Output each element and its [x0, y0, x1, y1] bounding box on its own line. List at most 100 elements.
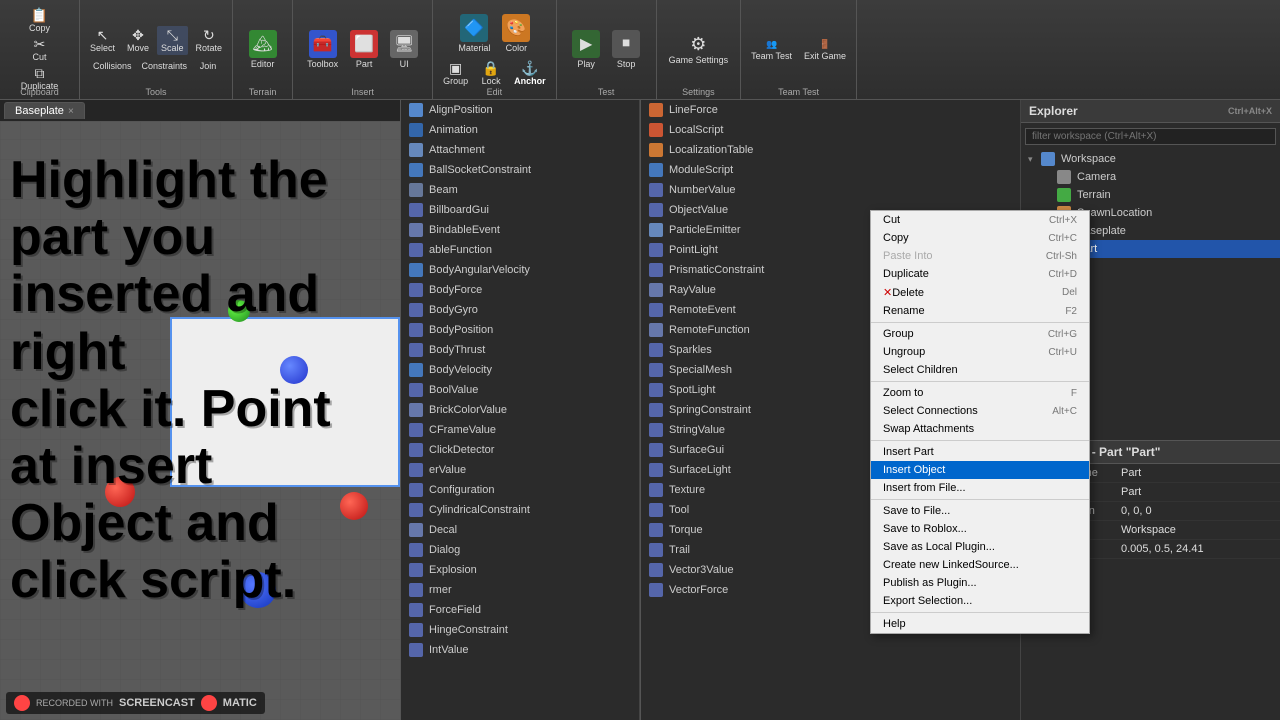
- insert-item[interactable]: BodyGyro: [401, 300, 639, 320]
- game-settings-button[interactable]: ⚙ Game Settings: [663, 31, 735, 68]
- insert-item[interactable]: LocalizationTable: [641, 140, 880, 160]
- insert-item[interactable]: LocalScript: [641, 120, 880, 140]
- insert-item[interactable]: BodyAngularVelocity: [401, 260, 639, 280]
- insert-item[interactable]: BodyForce: [401, 280, 639, 300]
- insert-item[interactable]: RemoteEvent: [641, 300, 880, 320]
- prop-value[interactable]: 0.005, 0.5, 24.41: [1115, 540, 1280, 558]
- ctx-menu-item[interactable]: Rename F2: [871, 302, 1089, 320]
- insert-item[interactable]: Decal: [401, 520, 639, 540]
- insert-item[interactable]: Beam: [401, 180, 639, 200]
- insert-item[interactable]: NumberValue: [641, 180, 880, 200]
- insert-item[interactable]: rmer: [401, 580, 639, 600]
- tree-item[interactable]: Camera: [1021, 168, 1280, 186]
- ctx-menu-item[interactable]: Help: [871, 615, 1089, 633]
- insert-item[interactable]: VectorForce: [641, 580, 880, 600]
- play-button[interactable]: ▶ Play: [568, 28, 604, 71]
- insert-item[interactable]: ableFunction: [401, 240, 639, 260]
- prop-value[interactable]: Workspace: [1115, 521, 1280, 539]
- insert-item[interactable]: PrismaticConstraint: [641, 260, 880, 280]
- ctx-menu-item[interactable]: Insert from File...: [871, 479, 1089, 497]
- scale-button[interactable]: ⤡ Scale: [157, 26, 188, 55]
- insert-item[interactable]: SurfaceLight: [641, 460, 880, 480]
- insert-item[interactable]: BoolValue: [401, 380, 639, 400]
- prop-value[interactable]: 0, 0, 0: [1115, 502, 1280, 520]
- prop-value[interactable]: Part: [1115, 483, 1280, 501]
- insert-item[interactable]: ObjectValue: [641, 200, 880, 220]
- insert-item[interactable]: ModuleScript: [641, 160, 880, 180]
- prop-value[interactable]: Part: [1115, 464, 1280, 482]
- ctx-menu-item[interactable]: Zoom to F: [871, 384, 1089, 402]
- rotate-button[interactable]: ↻ Rotate: [192, 26, 227, 55]
- insert-item[interactable]: StringValue: [641, 420, 880, 440]
- group-button[interactable]: ▣ Group: [439, 59, 472, 88]
- ctx-menu-item[interactable]: Save to File...: [871, 502, 1089, 520]
- join-button[interactable]: Join: [193, 59, 223, 73]
- lock-button[interactable]: 🔒 Lock: [476, 59, 506, 88]
- insert-item[interactable]: Trail: [641, 540, 880, 560]
- anchor-button[interactable]: ⚓ Anchor: [510, 59, 550, 88]
- selected-part[interactable]: [170, 317, 400, 487]
- insert-item[interactable]: BindableEvent: [401, 220, 639, 240]
- insert-item[interactable]: Animation: [401, 120, 639, 140]
- ctx-menu-item[interactable]: Select Children: [871, 361, 1089, 379]
- insert-item[interactable]: Texture: [641, 480, 880, 500]
- tree-item[interactable]: ▾ Workspace: [1021, 150, 1280, 168]
- insert-item[interactable]: ParticleEmitter: [641, 220, 880, 240]
- explorer-search[interactable]: [1025, 128, 1276, 145]
- ctx-menu-item[interactable]: Publish as Plugin...: [871, 574, 1089, 592]
- insert-item[interactable]: erValue: [401, 460, 639, 480]
- insert-item[interactable]: Tool: [641, 500, 880, 520]
- insert-item[interactable]: Dialog: [401, 540, 639, 560]
- insert-item[interactable]: ForceField: [401, 600, 639, 620]
- insert-item[interactable]: Vector3Value: [641, 560, 880, 580]
- insert-item[interactable]: BallSocketConstraint: [401, 160, 639, 180]
- ctx-menu-item[interactable]: Save to Roblox...: [871, 520, 1089, 538]
- tree-item[interactable]: Terrain: [1021, 186, 1280, 204]
- insert-item[interactable]: AlignPosition: [401, 100, 639, 120]
- ctx-menu-item[interactable]: Swap Attachments: [871, 420, 1089, 438]
- ctx-menu-item[interactable]: Duplicate Ctrl+D: [871, 265, 1089, 283]
- material-button[interactable]: 🔷 Material: [454, 12, 494, 55]
- insert-item[interactable]: PointLight: [641, 240, 880, 260]
- ctx-menu-item[interactable]: Export Selection...: [871, 592, 1089, 610]
- insert-item[interactable]: BrickColorValue: [401, 400, 639, 420]
- ctx-menu-item[interactable]: Insert Object: [871, 461, 1089, 479]
- ctx-menu-item[interactable]: ✕Delete Del: [871, 283, 1089, 302]
- ctx-menu-item[interactable]: Copy Ctrl+C: [871, 229, 1089, 247]
- insert-item[interactable]: Explosion: [401, 560, 639, 580]
- insert-item[interactable]: Torque: [641, 520, 880, 540]
- insert-item[interactable]: BodyVelocity: [401, 360, 639, 380]
- insert-item[interactable]: BodyPosition: [401, 320, 639, 340]
- color-button[interactable]: 🎨 Color: [498, 12, 534, 55]
- constraints-button[interactable]: Constraints: [138, 59, 192, 73]
- baseplate-tab[interactable]: Baseplate ×: [4, 102, 85, 119]
- team-test-button[interactable]: 👥 Team Test: [747, 37, 796, 63]
- insert-item[interactable]: ClickDetector: [401, 440, 639, 460]
- select-button[interactable]: ↖ Select: [86, 26, 119, 55]
- collisions-button[interactable]: Collisions: [89, 59, 136, 73]
- ui-button[interactable]: 🖥 UI: [386, 28, 422, 71]
- insert-item[interactable]: IntValue: [401, 640, 639, 660]
- insert-item[interactable]: CFrameValue: [401, 420, 639, 440]
- insert-item[interactable]: CylindricalConstraint: [401, 500, 639, 520]
- ctx-menu-item[interactable]: Group Ctrl+G: [871, 325, 1089, 343]
- ctx-menu-item[interactable]: Insert Part: [871, 443, 1089, 461]
- insert-item[interactable]: Sparkles: [641, 340, 880, 360]
- ctx-menu-item[interactable]: Save as Local Plugin...: [871, 538, 1089, 556]
- cut-button[interactable]: ✂ Cut: [25, 35, 55, 64]
- tab-close-button[interactable]: ×: [68, 106, 74, 117]
- editor-button[interactable]: 🏔 Editor: [245, 28, 281, 71]
- insert-item[interactable]: SpotLight: [641, 380, 880, 400]
- stop-button[interactable]: ⏹ Stop: [608, 28, 644, 71]
- insert-item[interactable]: Configuration: [401, 480, 639, 500]
- ctx-menu-item[interactable]: Select Connections Alt+C: [871, 402, 1089, 420]
- move-button[interactable]: ✥ Move: [123, 26, 153, 55]
- insert-item[interactable]: Attachment: [401, 140, 639, 160]
- toolbox-button[interactable]: 🧰 Toolbox: [303, 28, 342, 71]
- part-button[interactable]: ⬜ Part: [346, 28, 382, 71]
- exit-game-button[interactable]: 🚪 Exit Game: [800, 37, 850, 63]
- insert-item[interactable]: HingeConstraint: [401, 620, 639, 640]
- insert-item[interactable]: BillboardGui: [401, 200, 639, 220]
- insert-item[interactable]: BodyThrust: [401, 340, 639, 360]
- insert-item[interactable]: SurfaceGui: [641, 440, 880, 460]
